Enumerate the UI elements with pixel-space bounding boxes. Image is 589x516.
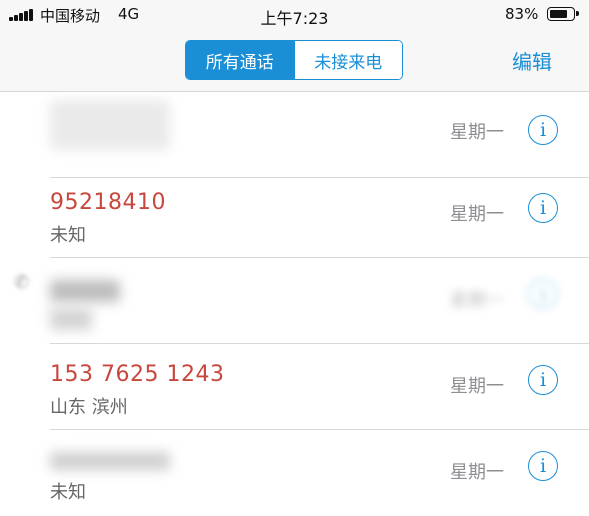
call-number: 95218410 [50,190,166,215]
info-icon[interactable]: i [528,193,558,223]
call-row[interactable]: 星期一 i [0,92,589,178]
info-icon[interactable]: i [528,451,558,481]
call-row[interactable]: ✆ 星期一 i [0,258,589,344]
call-location: 未知 [50,225,86,246]
redacted-number [50,452,170,470]
call-day: 星期一 [450,290,504,311]
call-number: 153 7625 1243 [50,362,225,387]
redacted-content [50,100,170,150]
info-icon[interactable]: i [528,279,558,309]
redacted-location [50,308,92,330]
call-row[interactable]: 153 7625 1243 山东 滨州 星期一 i [0,344,589,430]
call-day: 星期一 [450,204,504,225]
call-day: 星期一 [450,376,504,397]
info-icon[interactable]: i [528,365,558,395]
call-row[interactable]: 95218410 未知 星期一 i [0,172,589,258]
call-filter-segmented-control: 所有通话 未接来电 [185,40,403,80]
redacted-name [50,280,120,302]
battery-percent: 83% [505,5,539,23]
nav-bar: 所有通话 未接来电 编辑 [0,30,589,92]
phone-icon: ✆ [14,272,30,293]
call-location: 山东 滨州 [50,397,128,418]
call-day: 星期一 [450,122,504,143]
edit-button[interactable]: 编辑 [512,46,552,75]
tab-missed-calls[interactable]: 未接来电 [293,41,402,79]
status-bar: 中国移动 4G 上午7:23 83% [0,0,589,30]
call-day: 星期一 [450,462,504,483]
call-row[interactable]: 未知 星期一 i [0,430,589,516]
battery-icon [547,7,579,21]
tab-all-calls[interactable]: 所有通话 [186,41,294,79]
status-time: 上午7:23 [260,9,329,28]
call-location: 未知 [50,482,86,503]
info-icon[interactable]: i [528,115,558,145]
